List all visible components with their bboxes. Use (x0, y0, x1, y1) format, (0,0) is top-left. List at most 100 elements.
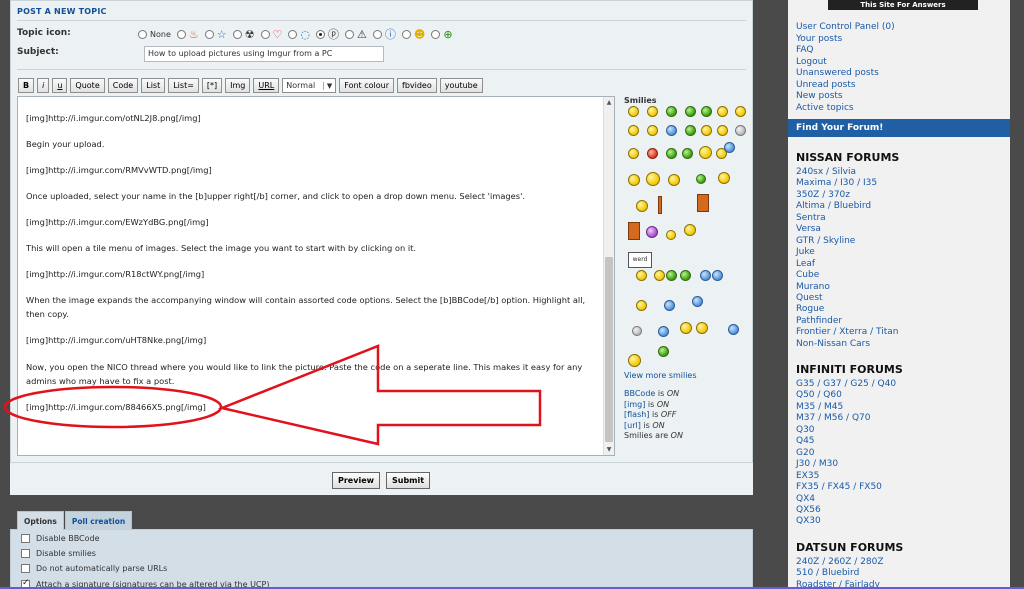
forum-link[interactable]: FX35 / FX45 / FX50 (796, 482, 896, 493)
smiley-icon[interactable] (636, 300, 647, 311)
message-textarea[interactable]: [img]http://i.imgur.com/otNL2J8.png[/img… (17, 96, 615, 456)
smiley-icon[interactable] (658, 346, 669, 357)
smiley-icon[interactable] (632, 326, 642, 336)
status-key[interactable]: [img] (624, 400, 645, 409)
forum-link[interactable]: 240Z / 260Z / 280Z (796, 557, 884, 568)
smiley-icon[interactable] (628, 354, 641, 367)
ordered-list-button[interactable]: List= (168, 78, 199, 93)
smiley-icon[interactable] (636, 270, 647, 281)
smiley-icon[interactable] (728, 324, 739, 335)
forum-link[interactable]: GTR / Skyline (796, 236, 898, 247)
editor-scrollbar[interactable]: ▲ ▼ (603, 97, 614, 455)
forum-link[interactable]: QX4 (796, 494, 896, 505)
list-item-button[interactable]: [*] (201, 78, 223, 93)
forum-link[interactable]: Versa (796, 224, 898, 235)
forum-link[interactable]: Q30 (796, 425, 896, 436)
smiley-icon[interactable] (712, 270, 723, 281)
view-more-smilies-link[interactable]: View more smilies (624, 371, 697, 380)
smiley-icon[interactable] (682, 148, 693, 159)
link-your-posts[interactable]: Your posts (796, 34, 895, 46)
forum-link[interactable]: Murano (796, 282, 898, 293)
icon-option-radioactive[interactable]: ☢ (232, 29, 255, 40)
forum-link[interactable]: Q45 (796, 436, 896, 447)
forum-link[interactable]: Rogue (796, 304, 898, 315)
scrollbar-thumb[interactable] (605, 257, 613, 442)
icon-option-star[interactable]: ☆ (204, 29, 227, 40)
smiley-icon[interactable] (666, 106, 677, 117)
smiley-icon[interactable] (701, 106, 712, 117)
forum-link[interactable]: Cube (796, 270, 898, 281)
smiley-icon[interactable] (628, 125, 639, 136)
link-faq[interactable]: FAQ (796, 45, 895, 57)
forum-link[interactable]: Altima / Bluebird (796, 201, 898, 212)
forum-link[interactable]: 240sx / Silvia (796, 167, 898, 178)
icon-option-speech[interactable]: ◌ (288, 29, 310, 40)
link-new-posts[interactable]: New posts (796, 91, 895, 103)
list-button[interactable]: List (141, 78, 166, 93)
bold-button[interactable]: B (18, 78, 35, 93)
tab-options[interactable]: Options (17, 511, 64, 530)
forum-link[interactable]: M37 / M56 / Q70 (796, 413, 896, 424)
checkbox[interactable] (21, 549, 30, 558)
scroll-down-icon[interactable]: ▼ (604, 444, 614, 455)
smiley-icon[interactable] (666, 230, 676, 240)
smiley-icon[interactable] (696, 174, 706, 184)
forum-link[interactable]: QX56 (796, 505, 896, 516)
forum-link[interactable]: Leaf (796, 259, 898, 270)
smiley-icon[interactable] (628, 148, 639, 159)
smiley-icon[interactable] (666, 148, 677, 159)
status-key[interactable]: BBCode (624, 389, 655, 398)
smiley-icon[interactable] (668, 174, 680, 186)
option-disable-smilies[interactable]: Disable smilies (21, 549, 96, 558)
smiley-icon[interactable] (717, 125, 728, 136)
smiley-icon[interactable] (647, 106, 658, 117)
smiley-icon[interactable] (680, 270, 691, 281)
forum-link[interactable]: 510 / Bluebird (796, 568, 884, 579)
smiley-icon[interactable] (647, 125, 658, 136)
checkbox[interactable] (21, 564, 30, 573)
forum-link[interactable]: Q50 / Q60 (796, 390, 896, 401)
icon-option-heart[interactable]: ♡ (260, 29, 282, 40)
smiley-icon[interactable] (680, 322, 692, 334)
forum-link[interactable]: J30 / M30 (796, 459, 896, 470)
forum-link[interactable]: Non-Nissan Cars (796, 339, 898, 350)
forum-link[interactable]: G20 (796, 448, 896, 459)
smiley-icon[interactable] (696, 322, 708, 334)
smiley-icon[interactable] (664, 300, 675, 311)
smiley-icon[interactable] (685, 125, 696, 136)
quote-button[interactable]: Quote (70, 78, 105, 93)
scroll-up-icon[interactable]: ▲ (604, 97, 614, 108)
radio-none[interactable] (138, 29, 147, 39)
code-button[interactable]: Code (107, 78, 139, 93)
tab-poll-creation[interactable]: Poll creation (64, 511, 133, 530)
smiley-icon[interactable] (735, 106, 746, 117)
forum-link[interactable]: Maxima / I30 / I35 (796, 178, 898, 189)
forum-link[interactable]: Juke (796, 247, 898, 258)
icon-option-none[interactable]: None (138, 29, 171, 39)
icon-option-flame[interactable]: ♨ (176, 29, 199, 40)
werd-sign-smiley[interactable]: werd (628, 252, 652, 268)
smiley-icon[interactable] (724, 142, 735, 153)
url-button[interactable]: URL (253, 78, 280, 93)
forum-link[interactable]: M35 / M45 (796, 402, 896, 413)
smiley-icon[interactable] (692, 296, 703, 307)
font-colour-button[interactable]: Font colour (339, 78, 394, 93)
smiley-icon[interactable] (699, 146, 712, 159)
fbvideo-button[interactable]: fbvideo (397, 78, 437, 93)
smiley-icon[interactable] (628, 106, 639, 117)
youtube-button[interactable]: youtube (439, 78, 483, 93)
status-key[interactable]: [flash] (624, 410, 649, 419)
door-icon[interactable] (658, 196, 662, 214)
status-key[interactable]: [url] (624, 421, 641, 430)
smiley-icon[interactable] (646, 226, 658, 238)
door-icon[interactable] (628, 222, 640, 240)
option-no-parse-urls[interactable]: Do not automatically parse URLs (21, 564, 167, 573)
forum-link[interactable]: Quest (796, 293, 898, 304)
option-disable-bbcode[interactable]: Disable BBCode (21, 534, 100, 543)
smiley-icon[interactable] (718, 172, 730, 184)
forum-link[interactable]: Sentra (796, 213, 898, 224)
icon-option-up-arrow[interactable]: ⊕ (431, 29, 453, 40)
forum-link[interactable]: 350Z / 370z (796, 190, 898, 201)
font-size-select[interactable]: Normal ▼ (282, 78, 337, 93)
link-unread[interactable]: Unread posts (796, 80, 895, 92)
